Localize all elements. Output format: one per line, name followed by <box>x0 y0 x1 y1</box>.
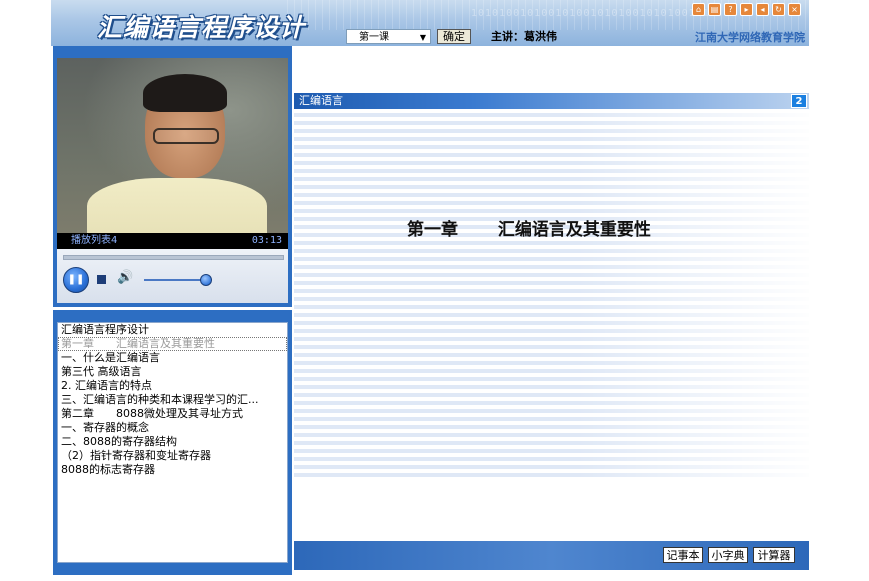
window-controls: ⌂ ▤ ? ▸ ◂ ↻ × <box>692 3 801 16</box>
left-sidebar: 播放列表4 03:13 ❚❚ 🔊 汇编语言程序设计 第一章 汇编语言及其重要性 一、… <box>51 46 294 575</box>
dictionary-button[interactable]: 小字典 <box>708 547 748 563</box>
chapter-heading: 第一章 汇编语言及其重要性 <box>407 220 651 240</box>
calculator-button[interactable]: 计算器 <box>753 547 795 563</box>
slide-area: 第一章 汇编语言及其重要性 <box>294 109 809 477</box>
player-controls: ❚❚ 🔊 <box>57 249 288 303</box>
toc-item[interactable]: 三、汇编语言的种类和本课程学习的汇... <box>58 393 287 407</box>
playback-time: 03:13 <box>251 235 282 246</box>
toc-item[interactable]: 二、8088的寄存器结构 <box>58 435 287 449</box>
refresh-icon[interactable]: ↻ <box>772 3 785 16</box>
video-panel: 播放列表4 03:13 ❚❚ 🔊 <box>53 46 292 307</box>
lecturer-body <box>87 178 267 233</box>
confirm-button[interactable]: 确定 <box>437 29 471 44</box>
help-icon[interactable]: ? <box>724 3 737 16</box>
toc-item[interactable]: 第三代 高级语言 <box>58 365 287 379</box>
volume-slider[interactable] <box>144 279 206 281</box>
lesson-select[interactable]: 第一课 ▼ <box>346 29 431 44</box>
volume-knob[interactable] <box>200 274 212 286</box>
toc-item[interactable]: 一、寄存器的概念 <box>58 421 287 435</box>
toc-item[interactable]: 2. 汇编语言的特点 <box>58 379 287 393</box>
toc-item[interactable]: 8088的标志寄存器 <box>58 463 287 477</box>
lecturer-hair <box>143 74 227 112</box>
header-decoration: 1010100101001010010101001010100101 <box>471 8 710 19</box>
close-icon[interactable]: × <box>788 3 801 16</box>
volume-icon[interactable]: 🔊 <box>117 270 133 285</box>
slide-title-bar: 汇编语言 2 <box>294 93 809 109</box>
header-banner: 1010100101001010010101001010100101 汇编语言程… <box>51 0 809 46</box>
main-content: 汇编语言 2 第一章 汇编语言及其重要性 记事本 小字典 计算器 <box>294 46 809 575</box>
forward-icon[interactable]: ▸ <box>740 3 753 16</box>
chevron-down-icon[interactable]: ▼ <box>420 30 426 45</box>
lecturer-label: 主讲：葛洪伟 <box>491 30 557 43</box>
toc-item[interactable]: 第一章 汇编语言及其重要性 <box>58 337 287 351</box>
video-status-bar: 播放列表4 03:13 <box>57 233 288 249</box>
app-window: 1010100101001010010101001010100101 汇编语言程… <box>51 0 809 575</box>
page-number-badge: 2 <box>791 94 807 108</box>
toc-item[interactable]: （2）指针寄存器和变址寄存器 <box>58 449 287 463</box>
toc-list: 汇编语言程序设计 第一章 汇编语言及其重要性 一、什么是汇编语言 第三代 高级语言 2.… <box>57 322 288 563</box>
video-frame[interactable] <box>57 58 288 233</box>
back-icon[interactable]: ◂ <box>756 3 769 16</box>
toc-item[interactable]: 第二章 8088微处理及其寻址方式 <box>58 407 287 421</box>
stop-button[interactable] <box>97 275 106 284</box>
header-toolbar: 第一课 ▼ 确定 主讲：葛洪伟 江南大学网络教育学院 <box>51 29 809 46</box>
playlist-label: 播放列表4 <box>71 235 118 246</box>
toc-panel: 汇编语言程序设计 第一章 汇编语言及其重要性 一、什么是汇编语言 第三代 高级语言 2.… <box>53 310 292 575</box>
notepad-button[interactable]: 记事本 <box>663 547 703 563</box>
tools-bar: 记事本 小字典 计算器 <box>294 541 809 570</box>
slide-title: 汇编语言 <box>299 94 343 107</box>
video-container: 播放列表4 03:13 ❚❚ 🔊 <box>57 58 288 303</box>
school-name: 江南大学网络教育学院 <box>695 31 805 44</box>
pause-button[interactable]: ❚❚ <box>63 267 89 293</box>
toc-item[interactable]: 汇编语言程序设计 <box>58 323 287 337</box>
print-icon[interactable]: ▤ <box>708 3 721 16</box>
home-icon[interactable]: ⌂ <box>692 3 705 16</box>
lesson-select-value: 第一课 <box>359 32 389 43</box>
toc-item[interactable]: 一、什么是汇编语言 <box>58 351 287 365</box>
lecturer-glasses <box>153 128 219 144</box>
seek-bar[interactable] <box>63 255 284 260</box>
